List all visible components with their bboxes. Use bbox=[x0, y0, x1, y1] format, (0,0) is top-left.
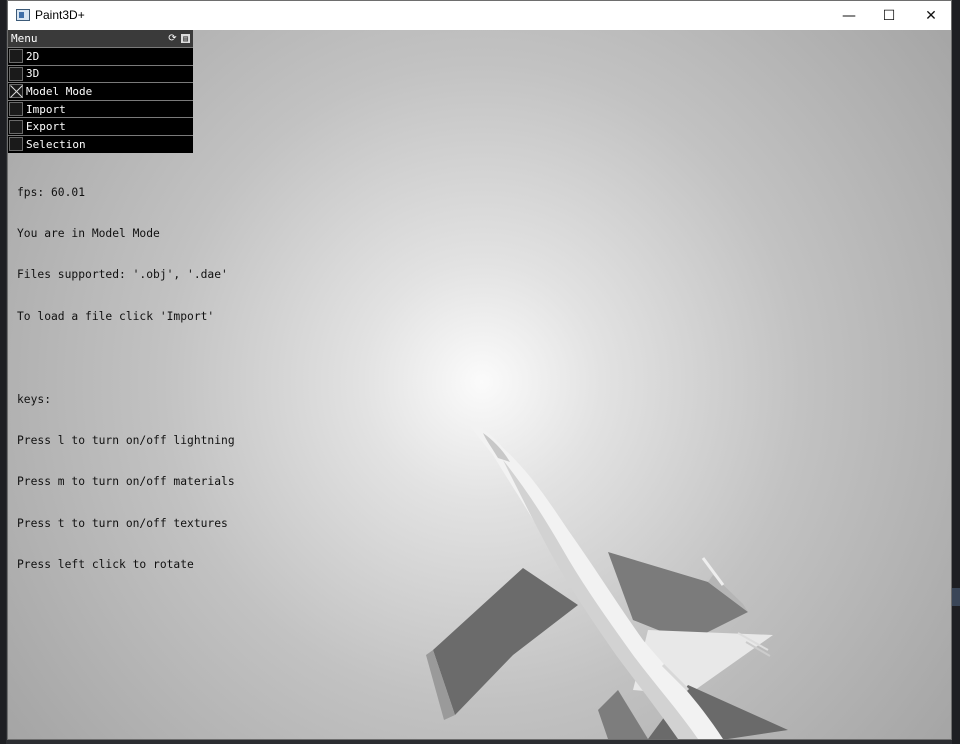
menu-item-export[interactable]: Export bbox=[8, 117, 193, 135]
menu-item-label: 3D bbox=[26, 67, 40, 81]
menu-item-label: Import bbox=[26, 102, 66, 116]
load-instructions-text: To load a file click 'Import' bbox=[17, 309, 215, 323]
app-icon bbox=[16, 9, 30, 21]
fps-readout: fps: 60.01 bbox=[17, 185, 86, 199]
window-title: Paint3D+ bbox=[35, 8, 85, 22]
menu-item-label: Selection bbox=[26, 137, 86, 151]
minimize-icon: — bbox=[842, 7, 856, 24]
menu-item-import[interactable]: Import bbox=[8, 99, 193, 118]
info-overlay: fps: 60.01 You are in Model Mode Files s… bbox=[17, 158, 235, 600]
key-l-text: Press l to turn on/off lightning bbox=[17, 433, 235, 447]
key-t-text: Press t to turn on/off textures bbox=[17, 516, 228, 530]
desktop-background-right bbox=[952, 0, 960, 744]
checkbox-3d[interactable] bbox=[9, 66, 23, 81]
files-supported-text: Files supported: '.obj', '.dae' bbox=[17, 268, 228, 282]
checkbox-model-mode[interactable] bbox=[9, 84, 23, 99]
menu-item-label: Model Mode bbox=[26, 84, 93, 98]
save-icon[interactable]: ▤ bbox=[181, 34, 190, 43]
checkbox-selection[interactable] bbox=[9, 137, 23, 152]
menu-item-label: Export bbox=[26, 120, 66, 134]
key-m-text: Press m to turn on/off materials bbox=[17, 475, 235, 489]
left-click-text: Press left click to rotate bbox=[17, 558, 194, 572]
desktop-background-left bbox=[0, 0, 6, 744]
jet-lower-fin bbox=[598, 690, 648, 739]
mode-text: You are in Model Mode bbox=[17, 226, 160, 240]
menu-item-label: 2D bbox=[26, 49, 40, 63]
checkbox-import[interactable] bbox=[9, 102, 23, 117]
menu-item-2d[interactable]: 2D bbox=[8, 47, 193, 65]
menu-header-label: Menu bbox=[11, 32, 38, 45]
app-window: Paint3D+ — ☐ ✕ Menu ⟳ ▤ 2D 3D Model Mode… bbox=[7, 0, 952, 740]
checkbox-export[interactable] bbox=[9, 119, 23, 134]
menu-panel: Menu ⟳ ▤ 2D 3D Model Mode Import Export … bbox=[8, 30, 193, 153]
menu-item-3d[interactable]: 3D bbox=[8, 64, 193, 83]
refresh-icon[interactable]: ⟳ bbox=[167, 33, 178, 44]
title-bar[interactable]: Paint3D+ — ☐ ✕ bbox=[8, 1, 951, 30]
keys-header: keys: bbox=[17, 392, 52, 406]
menu-item-selection[interactable]: Selection bbox=[8, 134, 193, 153]
menu-item-model-mode[interactable]: Model Mode bbox=[8, 82, 193, 100]
maximize-button[interactable]: ☐ bbox=[866, 1, 912, 30]
desktop-band bbox=[952, 588, 960, 606]
checkbox-2d[interactable] bbox=[9, 49, 23, 64]
close-button[interactable]: ✕ bbox=[908, 1, 954, 30]
maximize-icon: ☐ bbox=[882, 7, 896, 24]
jet-left-wing bbox=[433, 568, 578, 715]
3d-viewport[interactable]: Menu ⟳ ▤ 2D 3D Model Mode Import Export … bbox=[8, 30, 951, 739]
close-icon: ✕ bbox=[925, 7, 937, 24]
menu-header[interactable]: Menu ⟳ ▤ bbox=[8, 30, 193, 47]
